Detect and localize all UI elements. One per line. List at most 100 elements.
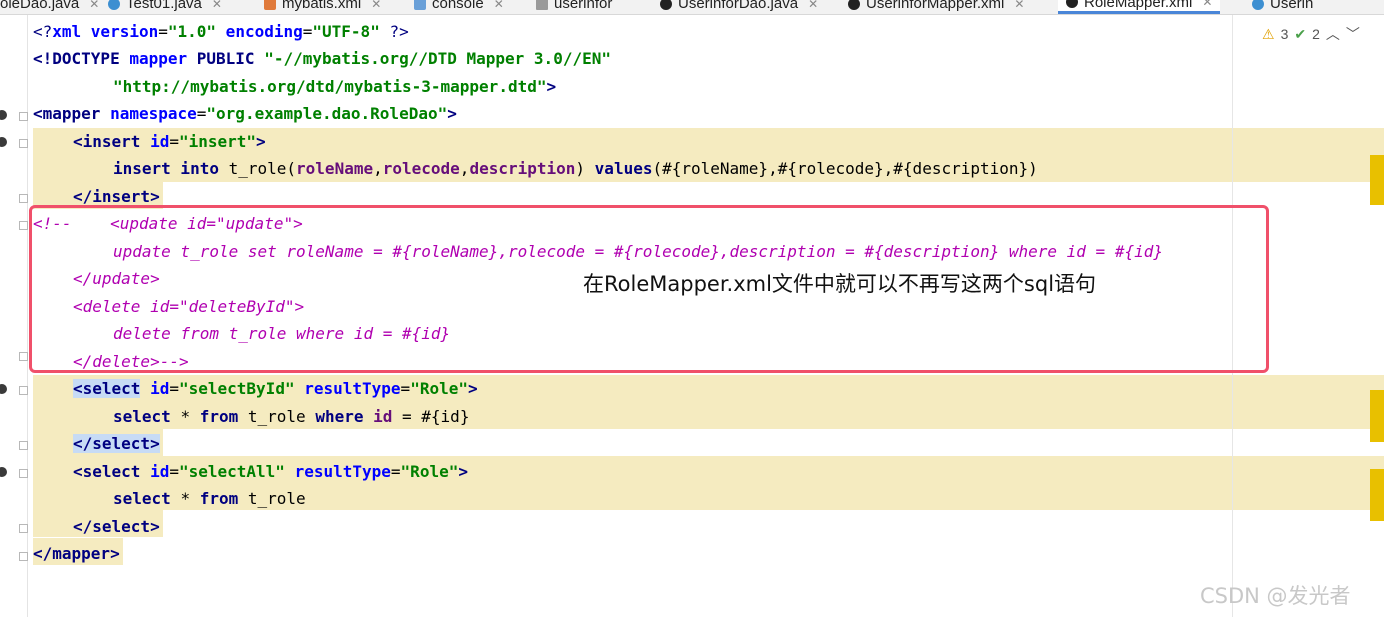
token: <select <box>73 462 151 481</box>
token: from <box>199 407 248 426</box>
tab-test01[interactable]: Test01.java ✕ <box>108 0 222 14</box>
code-line-17[interactable]: <select id="selectAll" resultType="Role"… <box>73 458 468 485</box>
tab-roledao[interactable]: oleDao.java ✕ <box>0 0 99 14</box>
token: <select <box>73 379 141 398</box>
fold-icon[interactable] <box>19 386 28 395</box>
code-line-15[interactable]: select * from t_role where id = #{id} <box>113 403 469 430</box>
token: resultType <box>284 462 391 481</box>
token: * <box>180 407 200 426</box>
token: mapper <box>129 49 197 68</box>
code-line-4[interactable]: <mapper namespace="org.example.dao.RoleD… <box>33 100 457 127</box>
close-icon[interactable]: ✕ <box>371 0 381 11</box>
tab-userinfordao[interactable]: UserinforDao.java ✕ <box>660 0 818 14</box>
table-icon <box>536 0 548 10</box>
token: <!DOCTYPE <box>33 49 130 68</box>
code-line-14[interactable]: <select id="selectById" resultType="Role… <box>73 375 478 402</box>
tab-label: Userin <box>1270 0 1314 12</box>
token: = <box>169 462 179 481</box>
token: insert into <box>113 159 229 178</box>
token: > <box>458 462 468 481</box>
token: encoding <box>216 22 303 41</box>
tab-label: UserinforMapper.xml <box>866 0 1005 12</box>
token: PUBLIC <box>196 49 265 68</box>
tab-label: RoleMapper.xml <box>1084 0 1193 11</box>
mybatis-gutter-icon[interactable] <box>0 384 7 394</box>
mybatis-gutter-icon[interactable] <box>0 137 7 147</box>
fold-icon[interactable] <box>19 441 28 450</box>
token: > <box>256 132 266 151</box>
fold-icon[interactable] <box>19 112 28 121</box>
close-icon[interactable]: ✕ <box>808 0 818 11</box>
tab-label: mybatis.xml <box>282 0 362 12</box>
token: id <box>150 132 170 151</box>
fold-icon[interactable] <box>19 221 28 230</box>
token: </mapper> <box>33 544 120 563</box>
token: = <box>169 379 179 398</box>
token: t_role( <box>228 159 297 178</box>
tab-rolemapper[interactable]: RoleMapper.xml ✕ <box>1058 0 1221 14</box>
tab-label: Test01.java <box>126 0 202 12</box>
chevron-up-icon[interactable]: ︿ <box>1326 24 1340 44</box>
watermark: CSDN @发光者 <box>1200 584 1351 608</box>
code-line-2[interactable]: <!DOCTYPE mapper PUBLIC "-//mybatis.org/… <box>33 45 611 72</box>
tab-label: console <box>432 0 484 12</box>
tab-userinfor[interactable]: userinfor <box>536 0 612 14</box>
code-line-3[interactable]: "http://mybatis.org/dtd/mybatis-3-mapper… <box>113 73 556 100</box>
close-icon[interactable]: ✕ <box>494 0 504 11</box>
token: = <box>158 22 168 41</box>
code-line-18[interactable]: select * from t_role <box>113 485 306 512</box>
mybatis-gutter-icon[interactable] <box>0 467 7 477</box>
mybatis-xml-icon <box>848 0 860 10</box>
tab-mybatis-xml[interactable]: mybatis.xml ✕ <box>264 0 381 14</box>
token: "selectById" <box>178 379 295 398</box>
token: ) <box>575 159 595 178</box>
warning-icon: ⚠ <box>1262 25 1275 42</box>
inspection-widget[interactable]: ⚠ 3 ✔ 2 ︿ ﹀ <box>1262 24 1360 44</box>
token: > <box>467 379 478 398</box>
token: = <box>169 132 179 151</box>
code-line-6[interactable]: insert into t_role(roleName,rolecode,des… <box>113 155 1038 182</box>
token: namespace <box>110 104 197 123</box>
fold-icon[interactable] <box>19 352 28 361</box>
tab-console[interactable]: console ✕ <box>414 0 504 14</box>
token: version <box>90 22 159 41</box>
token: resultType <box>294 379 401 398</box>
fold-icon[interactable] <box>19 524 28 533</box>
close-icon[interactable]: ✕ <box>89 0 99 11</box>
close-icon[interactable]: ✕ <box>1014 0 1024 11</box>
editor-tab-bar: oleDao.java ✕ Test01.java ✕ mybatis.xml … <box>0 0 1384 15</box>
token: select <box>113 489 181 508</box>
editor-gutter <box>0 15 28 617</box>
token: rolecode <box>382 159 460 178</box>
close-icon[interactable]: ✕ <box>212 0 222 11</box>
java-class-icon <box>1252 0 1264 10</box>
token: <mapper <box>33 104 111 123</box>
console-icon <box>414 0 426 10</box>
token: </select> <box>73 517 160 536</box>
code-line-5[interactable]: <insert id="insert"> <box>73 128 266 155</box>
token: > <box>546 77 557 96</box>
scrollbar-marker[interactable] <box>1370 155 1384 205</box>
token: "selectAll" <box>178 462 285 481</box>
code-line-19[interactable]: </select> <box>73 513 160 540</box>
token: "-//mybatis.org//DTD Mapper 3.0//EN" <box>264 49 611 68</box>
scrollbar-marker[interactable] <box>1370 469 1384 521</box>
code-line-20[interactable]: </mapper> <box>33 540 120 567</box>
fold-icon[interactable] <box>19 194 28 203</box>
code-line-1[interactable]: <?xml version="1.0" encoding="UTF-8" ?> <box>33 18 409 45</box>
mybatis-gutter-icon[interactable] <box>0 110 7 120</box>
fold-icon[interactable] <box>19 469 28 478</box>
tab-userinformapper[interactable]: UserinforMapper.xml ✕ <box>848 0 1024 14</box>
tab-userin[interactable]: Userin <box>1252 0 1313 14</box>
token: "Role" <box>400 462 459 481</box>
token: values <box>594 159 653 178</box>
token: <? <box>33 22 53 41</box>
code-line-16[interactable]: </select> <box>73 430 160 457</box>
java-interface-icon <box>660 0 672 10</box>
fold-icon[interactable] <box>19 139 28 148</box>
scrollbar-marker[interactable] <box>1370 390 1384 442</box>
fold-icon[interactable] <box>19 552 28 561</box>
close-icon[interactable]: ✕ <box>1202 0 1212 9</box>
token: "UTF-8" <box>312 22 380 41</box>
chevron-down-icon[interactable]: ﹀ <box>1346 24 1360 44</box>
